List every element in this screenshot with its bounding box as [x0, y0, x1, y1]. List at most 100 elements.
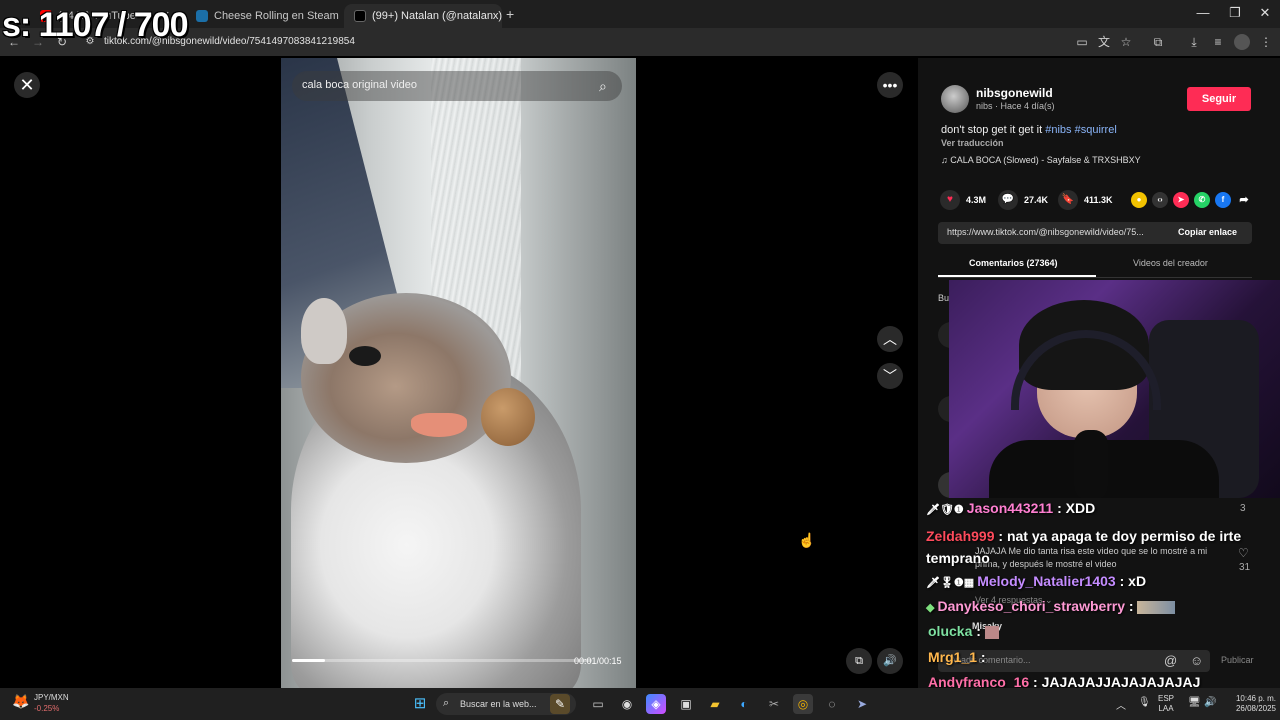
chat-message: olucka : [928, 623, 999, 639]
tab-creator-videos[interactable]: Videos del creador [1133, 258, 1208, 268]
chat-badges: 🗡🛡❶ [926, 504, 964, 516]
chat-message: ◆ Danykeso_chori_strawberry : [926, 598, 1176, 614]
taskbar-search-input[interactable]: Buscar en la web... [460, 699, 537, 709]
follow-button[interactable]: Seguir [1187, 87, 1251, 111]
edge-icon[interactable]: ◐ [734, 694, 754, 714]
publish-button[interactable]: Publicar [1221, 655, 1254, 665]
volume-tray-icon[interactable]: 🔊 [1204, 697, 1216, 708]
store-icon[interactable]: ▣ [676, 694, 696, 714]
microphone-icon [1074, 430, 1108, 498]
author-subtitle: nibs · Hace 4 día(s) [976, 101, 1055, 111]
tab-tiktok[interactable]: (99+) Natalan (@natalanx) | ✕ [344, 4, 502, 28]
tab-label: Cheese Rolling en Steam [214, 10, 339, 22]
bookmark-star-icon[interactable]: ☆ [1118, 34, 1134, 50]
friends-share-icon[interactable]: ● [1131, 192, 1147, 208]
cast-icon[interactable]: ▭ [1074, 34, 1090, 50]
chat-badges: ◆ [926, 602, 935, 614]
tab-steam[interactable]: Cheese Rolling en Steam ✕ [186, 4, 342, 28]
download-icon[interactable]: ⤓ [1186, 34, 1202, 50]
file-explorer-icon[interactable]: ▰ [705, 694, 725, 714]
next-video-button[interactable]: ﹀ [877, 363, 903, 389]
volume-button[interactable]: 🔊 [877, 648, 903, 674]
minimize-button[interactable]: — [1186, 5, 1220, 20]
search-icon[interactable]: ⌕ [599, 78, 607, 95]
chrome-icon[interactable]: ◎ [793, 694, 813, 714]
tab-comments[interactable]: Comentarios (27364) [969, 258, 1058, 268]
chat-message: 🗡🛡❶ Jason443211 : XDD [926, 500, 1096, 516]
share-arrow-icon[interactable]: ➦ [1236, 192, 1252, 208]
tab-label: (99+) Natalan (@natalanx) | [372, 10, 502, 22]
squirrel-nut [481, 388, 535, 446]
task-view-icon[interactable]: ▭ [588, 694, 608, 714]
profile-icon[interactable] [1234, 34, 1250, 50]
close-window-button[interactable]: ✕ [1248, 5, 1280, 21]
search-icon: ⌕ [443, 697, 450, 709]
mention-icon[interactable]: @ [1164, 653, 1177, 668]
video-search-text[interactable]: cala boca original video [302, 79, 417, 91]
microphone-tray-icon[interactable]: 🎙 [1138, 697, 1151, 708]
music-link[interactable]: ♫ CALA BOCA (Slowed) - Sayfalse & TRXSHB… [941, 155, 1141, 165]
menu-icon[interactable]: ⋮ [1258, 34, 1274, 50]
tiktok-icon [354, 10, 366, 22]
whatsapp-icon[interactable]: ✆ [1194, 192, 1210, 208]
comments-search-prefix: Bu [938, 293, 950, 303]
steam-taskbar-icon[interactable]: ➤ [852, 694, 872, 714]
link-text[interactable]: https://www.tiktok.com/@nibsgonewild/vid… [947, 227, 1169, 237]
comment-icon[interactable]: 💬 [998, 190, 1018, 210]
tray-chevron-icon[interactable]: ︿ [1116, 697, 1126, 712]
lang-bottom: LAA [1158, 704, 1174, 713]
more-options-button[interactable]: ••• [877, 72, 903, 98]
new-tab-button[interactable]: + [506, 6, 514, 22]
save-count: 411.3K [1084, 195, 1113, 205]
search-highlight-icon[interactable]: ✎ [550, 694, 570, 714]
copilot-icon[interactable]: ◈ [646, 694, 666, 714]
copy-link-button[interactable]: Copiar enlace [1178, 227, 1237, 237]
close-video-button[interactable]: ✕ [14, 72, 40, 98]
description-text: don't stop get it get it [941, 124, 1046, 136]
network-icon[interactable]: 🖥 [1188, 697, 1201, 708]
windows-taskbar [0, 688, 1280, 720]
emoji-icon[interactable]: ☺ [1190, 653, 1203, 668]
heart-icon[interactable]: ♥ [940, 190, 960, 210]
comment-stat[interactable]: 💬 27.4K [998, 190, 1048, 210]
save-stat[interactable]: 🔖 411.3K [1058, 190, 1113, 210]
pip-button[interactable]: ⧉ [846, 648, 872, 674]
reading-list-icon[interactable]: ≡ [1210, 34, 1226, 50]
obs-icon[interactable]: ◌ [822, 694, 842, 714]
facebook-icon[interactable]: f [1215, 192, 1231, 208]
language-indicator[interactable]: ESP LAA [1158, 694, 1174, 714]
chat-text: XDD [1065, 500, 1096, 516]
embed-icon[interactable]: ‹› [1152, 192, 1168, 208]
chat-message: 🗡🎖❶▦ Melody_Natalier1403 : xD [926, 573, 1147, 589]
chat-user: Mrg1_1 [928, 649, 978, 665]
like-stat[interactable]: ♥ 4.3M [940, 190, 986, 210]
video-time: 00:01/00:15 [574, 656, 622, 666]
lang-top: ESP [1158, 694, 1175, 703]
windows-start-icon[interactable]: ⊞ [410, 694, 430, 714]
stream-counter-overlay: s: 1107 / 700 [2, 6, 189, 44]
like-count: 4.3M [966, 195, 987, 205]
video-player[interactable]: cala boca original video ⌕ 00:01/00:15 [281, 58, 636, 688]
chat-user: Jason443211 [966, 500, 1054, 516]
previous-video-button[interactable]: ︿ [877, 326, 903, 352]
translate-link[interactable]: Ver traducción [941, 138, 1004, 148]
chat-message: Zeldah999 : nat ya apaga te doy permiso … [926, 528, 1242, 566]
reply-count: 3 [1240, 503, 1246, 514]
extensions-icon[interactable]: ⧉ [1150, 34, 1166, 50]
chat-badges: 🗡🎖❶▦ [926, 577, 975, 589]
xbox-icon[interactable]: ◉ [617, 694, 637, 714]
hashtags[interactable]: #nibs #squirrel [1045, 124, 1117, 136]
progress-track[interactable] [292, 659, 592, 662]
snipping-tool-icon[interactable]: ✂ [764, 694, 784, 714]
weather-widget-icon[interactable]: 🦊 [12, 693, 29, 710]
translate-icon[interactable]: 文 [1096, 34, 1112, 50]
author-name[interactable]: nibsgonewild [976, 86, 1053, 100]
bookmark-icon[interactable]: 🔖 [1058, 190, 1078, 210]
clock[interactable]: 10:46 p. m. 26/08/2025 [1224, 694, 1276, 714]
fx-pair[interactable]: JPY/MXN [34, 693, 69, 702]
send-icon[interactable]: ➤ [1173, 192, 1189, 208]
avatar[interactable] [941, 85, 969, 113]
maximize-button[interactable]: ❐ [1218, 5, 1252, 21]
post-description: don't stop get it get it #nibs #squirrel [941, 124, 1117, 136]
chat-user: Melody_Natalier1403 [977, 573, 1116, 589]
